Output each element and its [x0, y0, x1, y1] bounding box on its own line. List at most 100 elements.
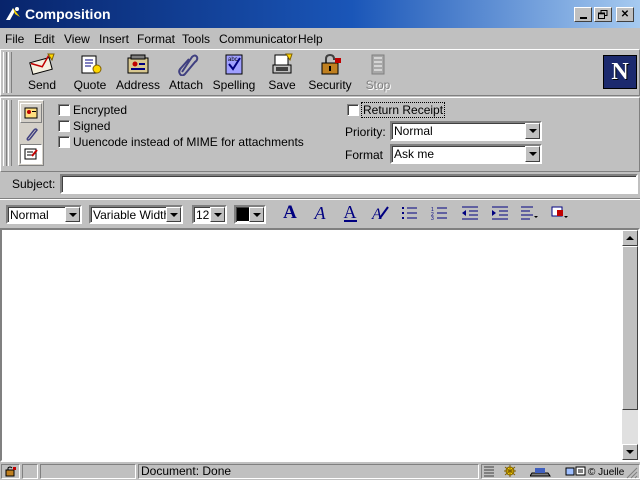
font-size-select[interactable]: 12	[192, 205, 227, 224]
send-icon	[29, 53, 55, 75]
menu-edit[interactable]: Edit	[34, 32, 55, 46]
menu-tools[interactable]: Tools	[182, 32, 210, 46]
mail-inbox-icon[interactable]	[530, 465, 552, 478]
send-label: Send	[27, 78, 57, 92]
restore-button[interactable]	[594, 7, 612, 22]
newsgroup-icon[interactable]	[565, 465, 587, 478]
message-body[interactable]	[0, 228, 640, 462]
font-arrow[interactable]	[166, 207, 181, 222]
bullet-list-icon	[402, 207, 417, 219]
quote-button[interactable]: Quote	[66, 52, 114, 92]
priority-value: Normal	[394, 124, 433, 138]
format-dropdown-arrow[interactable]	[525, 146, 540, 162]
clear-styles-button[interactable]: A	[368, 202, 392, 224]
svg-text:abc: abc	[228, 57, 238, 63]
chevron-down-icon	[252, 212, 261, 217]
menu-format[interactable]: Format	[137, 32, 175, 46]
text-color-select[interactable]	[234, 205, 266, 224]
address-icon	[127, 54, 149, 74]
paragraph-style-select[interactable]: Normal	[6, 205, 82, 224]
priority-select[interactable]: Normal	[390, 121, 542, 141]
security-status[interactable]	[1, 464, 20, 479]
insert-object-icon	[551, 206, 568, 218]
decrease-indent-button[interactable]	[458, 202, 482, 224]
options-card-icon	[24, 148, 38, 160]
clear-styles-icon: A	[371, 206, 389, 222]
resize-grip-icon[interactable]	[626, 467, 638, 479]
close-button[interactable]: ✕	[616, 7, 634, 22]
paragraph-style-arrow[interactable]	[65, 207, 80, 222]
menu-insert[interactable]: Insert	[99, 32, 129, 46]
svg-text:A: A	[371, 206, 382, 222]
scroll-down-button[interactable]	[622, 444, 638, 460]
format-bar-divider-light	[0, 199, 640, 200]
insert-object-button[interactable]	[548, 202, 572, 224]
attach-label: Attach	[168, 78, 204, 92]
lock-icon	[5, 466, 16, 477]
menu-file[interactable]: File	[5, 32, 24, 46]
menu-bar: File Edit View Insert Format Tools Commu…	[0, 29, 640, 49]
address-label: Address	[115, 78, 161, 92]
return-receipt-checkbox[interactable]	[347, 104, 359, 116]
alignment-button[interactable]	[518, 202, 542, 224]
address-card-icon	[24, 107, 38, 119]
menu-view[interactable]: View	[64, 32, 90, 46]
text-color-swatch	[237, 208, 249, 221]
stop-icon	[371, 54, 385, 75]
uuencode-checkbox[interactable]	[58, 136, 70, 148]
options-grip[interactable]	[3, 100, 7, 166]
font-size-arrow[interactable]	[210, 207, 225, 222]
underline-button[interactable]: A	[338, 202, 362, 224]
credit-text: © Juelle	[588, 467, 625, 478]
format-value: Ask me	[394, 147, 435, 161]
text-color-arrow[interactable]	[249, 207, 264, 222]
spelling-label: Spelling	[212, 78, 256, 92]
title-bar: Composition ✕	[0, 0, 640, 28]
toolbar-grip[interactable]	[3, 52, 7, 93]
font-select[interactable]: Variable Width	[89, 205, 183, 224]
chevron-down-icon	[68, 212, 77, 217]
svg-text:3: 3	[431, 216, 434, 220]
tab-message-options[interactable]	[20, 144, 42, 164]
stop-button: Stop	[354, 52, 402, 92]
italic-button[interactable]: A	[308, 202, 332, 224]
encrypted-checkbox[interactable]	[58, 104, 70, 116]
bullet-list-button[interactable]	[398, 202, 422, 224]
subject-label: Subject:	[12, 177, 56, 191]
signed-checkbox[interactable]	[58, 120, 70, 132]
chevron-down-icon	[169, 212, 178, 217]
encrypted-label: Encrypted	[73, 103, 128, 117]
quote-icon	[81, 55, 102, 74]
uuencode-label: Uuencode instead of MIME for attachments	[73, 135, 304, 149]
component-grip-icon	[484, 466, 494, 477]
spelling-button[interactable]: abc Spelling	[210, 52, 258, 92]
save-label: Save	[268, 78, 296, 92]
netscape-logo[interactable]: N	[603, 55, 637, 89]
priority-dropdown-arrow[interactable]	[525, 123, 540, 139]
numbered-list-button[interactable]: 1 2 3	[428, 202, 452, 224]
tab-address-recipients[interactable]	[20, 103, 42, 123]
navigator-icon[interactable]	[502, 465, 518, 478]
format-select[interactable]: Ask me	[390, 144, 542, 164]
spelling-icon: abc	[225, 54, 243, 75]
toolbar-grip-2[interactable]	[8, 52, 12, 93]
options-grip-2[interactable]	[8, 100, 12, 166]
attach-button[interactable]: Attach	[162, 52, 210, 92]
subject-input[interactable]	[60, 174, 638, 194]
menu-communicator[interactable]: Communicator	[219, 32, 297, 46]
minimize-button[interactable]	[574, 7, 592, 22]
menu-help[interactable]: Help	[298, 32, 323, 46]
italic-icon: A	[314, 202, 326, 223]
tab-attachments[interactable]	[20, 124, 42, 144]
security-button[interactable]: Security	[306, 52, 354, 92]
save-button[interactable]: Save	[258, 52, 306, 92]
increase-font-size-button[interactable]: A	[278, 202, 302, 224]
increase-indent-button[interactable]	[488, 202, 512, 224]
chevron-down-icon	[626, 450, 634, 454]
scroll-thumb[interactable]	[622, 246, 638, 410]
scroll-up-button[interactable]	[622, 230, 638, 246]
send-button[interactable]: Send	[18, 52, 66, 92]
window-title: Composition	[25, 6, 111, 22]
chevron-up-icon	[626, 236, 634, 240]
address-button[interactable]: Address	[114, 52, 162, 92]
